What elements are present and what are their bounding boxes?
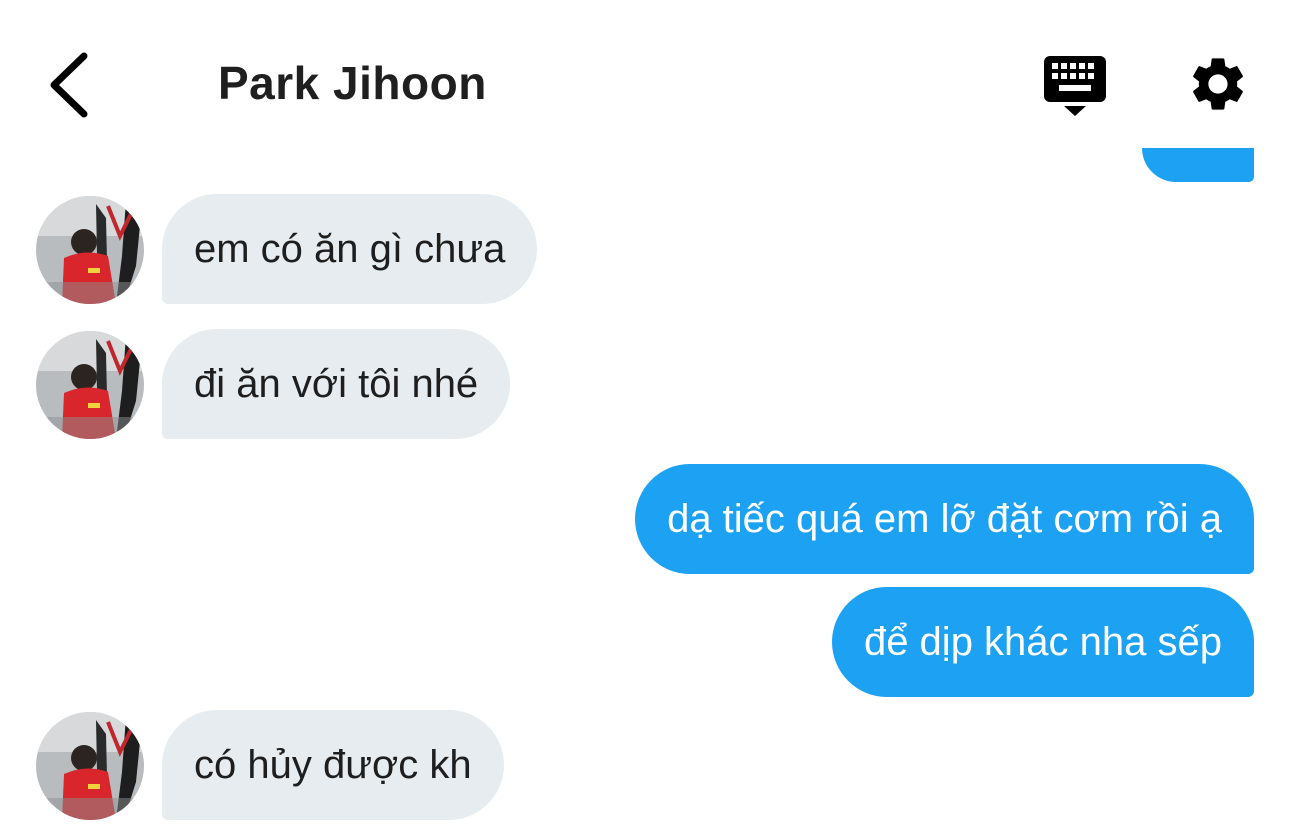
- received-message-bubble[interactable]: em có ăn gì chưa: [162, 194, 538, 304]
- avatar[interactable]: [36, 331, 144, 439]
- avatar[interactable]: [36, 712, 144, 820]
- contact-name[interactable]: Park Jihoon: [218, 56, 487, 110]
- keyboard-button[interactable]: [1042, 54, 1108, 120]
- gear-icon: [1193, 58, 1243, 110]
- avatar-image: [36, 712, 144, 820]
- sent-message-bubble[interactable]: để dịp khác nha sếp: [831, 587, 1254, 697]
- avatar-image: [36, 196, 144, 304]
- chevron-left-icon: [50, 52, 88, 118]
- received-message-bubble[interactable]: có hủy được kh: [162, 710, 504, 820]
- keyboard-icon: [1044, 56, 1106, 116]
- previous-sent-bubble[interactable]: [1142, 148, 1254, 182]
- settings-button[interactable]: [1186, 52, 1250, 116]
- sent-message-bubble[interactable]: dạ tiếc quá em lỡ đặt cơm rồi ạ: [635, 464, 1254, 574]
- back-button[interactable]: [40, 52, 96, 118]
- chat-header: Park Jihoon: [0, 0, 1290, 160]
- avatar[interactable]: [36, 196, 144, 304]
- received-message-bubble[interactable]: đi ăn với tôi nhé: [162, 329, 511, 439]
- avatar-image: [36, 331, 144, 439]
